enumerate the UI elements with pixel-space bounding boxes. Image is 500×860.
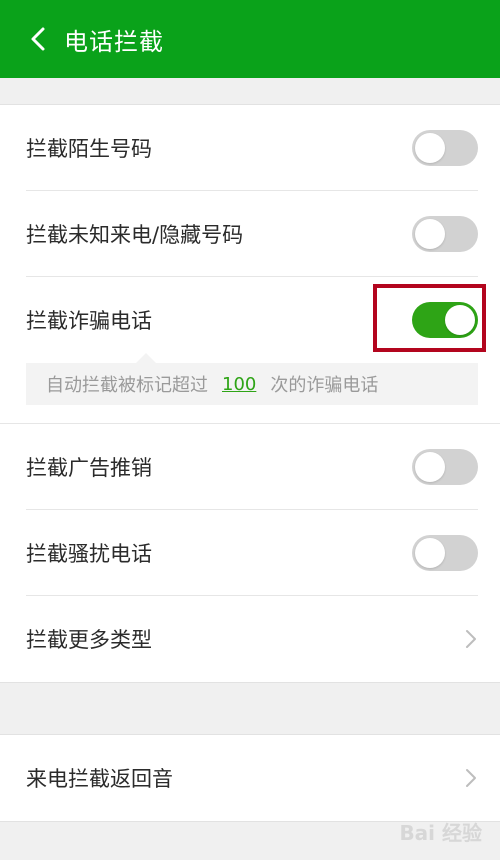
- toggle-knob: [415, 133, 445, 163]
- setting-label: 拦截更多类型: [26, 628, 152, 652]
- setting-label: 来电拦截返回音: [26, 767, 173, 791]
- setting-label: 拦截广告推销: [26, 456, 152, 480]
- fraud-threshold-panel: 自动拦截被标记超过 100 次的诈骗电话: [26, 353, 478, 405]
- chevron-right-icon: [466, 630, 476, 648]
- panel-pointer: [136, 353, 156, 363]
- setting-row-block-ads[interactable]: 拦截广告推销: [0, 423, 500, 510]
- setting-label: 拦截陌生号码: [26, 137, 152, 161]
- toggle-block-harassment[interactable]: [412, 535, 478, 571]
- chevron-right-icon: [466, 769, 476, 787]
- setting-label: 拦截未知来电/隐藏号码: [26, 223, 244, 247]
- toggle-knob: [415, 219, 445, 249]
- annotation-highlight-box: [373, 284, 486, 352]
- toggle-knob: [415, 538, 445, 568]
- setting-row-block-hidden-calls[interactable]: 拦截未知来电/隐藏号码: [0, 191, 500, 277]
- page-title: 电话拦截: [64, 27, 164, 56]
- toggle-block-unknown-numbers[interactable]: [412, 130, 478, 166]
- setting-row-block-unknown-numbers[interactable]: 拦截陌生号码: [0, 105, 500, 191]
- setting-row-return-tone[interactable]: 来电拦截返回音: [0, 735, 500, 821]
- setting-row-more-types[interactable]: 拦截更多类型: [0, 596, 500, 682]
- watermark-logo: Bai 经验: [399, 821, 482, 845]
- toggle-block-hidden-calls[interactable]: [412, 216, 478, 252]
- fraud-threshold-count[interactable]: 100: [222, 374, 256, 395]
- fraud-note-prefix: 自动拦截被标记超过: [46, 375, 208, 396]
- setting-label: 拦截诈骗电话: [26, 309, 152, 333]
- setting-row-block-harassment[interactable]: 拦截骚扰电话: [0, 510, 500, 596]
- fraud-note-suffix: 次的诈骗电话: [270, 375, 379, 396]
- toggle-block-ads[interactable]: [412, 449, 478, 485]
- settings-group-secondary: 来电拦截返回音: [0, 734, 500, 822]
- back-button[interactable]: [12, 0, 64, 78]
- top-app-bar: 电话拦截: [0, 0, 500, 78]
- toggle-knob: [415, 452, 445, 482]
- settings-group-main: 拦截陌生号码 拦截未知来电/隐藏号码 拦截诈骗电话 自动拦截被标记超过 100 …: [0, 104, 500, 683]
- setting-label: 拦截骚扰电话: [26, 542, 152, 566]
- chevron-left-icon: [31, 27, 45, 51]
